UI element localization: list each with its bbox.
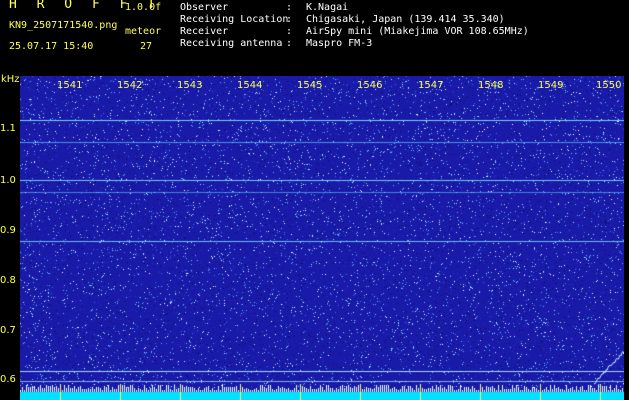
meteor-label: meteor bbox=[125, 26, 162, 37]
x-tick-label: 1541 bbox=[57, 80, 83, 91]
x-tick-label: 1547 bbox=[418, 80, 444, 91]
y-axis-unit: kHz bbox=[1, 74, 20, 85]
info-label-location: Receiving Location bbox=[180, 14, 289, 25]
info-value-location: Chigasaki, Japan (139.414 35.340) bbox=[306, 14, 505, 25]
x-tick-label: 1542 bbox=[117, 80, 143, 91]
file-name: KN9_2507171540.png bbox=[9, 20, 118, 31]
x-tick-label: 1548 bbox=[478, 80, 504, 91]
y-tick-label: 0.8 bbox=[0, 275, 16, 286]
y-tick-label: 0.9 bbox=[0, 225, 16, 236]
x-tick-label: 1543 bbox=[177, 80, 203, 91]
info-label-antenna: Receiving antenna bbox=[180, 38, 283, 49]
y-tick-label: 0.7 bbox=[0, 325, 16, 336]
y-tick-label: 0.6 bbox=[0, 374, 16, 385]
x-tick-label: 1545 bbox=[297, 80, 323, 91]
info-value-antenna: Maspro FM-3 bbox=[306, 38, 373, 49]
app-version: 1.0.0f bbox=[125, 2, 162, 13]
header-panel: H R O F F T 1.0.0f KN9_2507171540.png me… bbox=[0, 0, 629, 74]
info-value-observer: K.Nagai bbox=[306, 2, 349, 13]
y-tick-label: 1.1 bbox=[0, 123, 16, 134]
y-tick-label: 1.0 bbox=[0, 175, 16, 186]
x-tick-label: 1544 bbox=[237, 80, 263, 91]
info-label-observer: Observer bbox=[180, 2, 229, 13]
info-value-receiver: AirSpy mini (Miakejima VOR 108.65MHz) bbox=[306, 26, 529, 37]
capture-datetime: 25.07.17 15:40 bbox=[9, 41, 94, 52]
info-label-receiver: Receiver bbox=[180, 26, 229, 37]
waterfall-spectrogram bbox=[20, 76, 624, 400]
info-colon: : bbox=[286, 38, 293, 49]
x-tick-label: 1546 bbox=[357, 80, 383, 91]
info-colon: : bbox=[286, 14, 293, 25]
info-colon: : bbox=[286, 26, 293, 37]
meteor-count: 27 bbox=[140, 41, 153, 52]
waterfall-plot bbox=[20, 76, 624, 400]
x-tick-label: 1550 bbox=[596, 80, 622, 91]
x-tick-label: 1549 bbox=[538, 80, 564, 91]
info-colon: : bbox=[286, 2, 293, 13]
